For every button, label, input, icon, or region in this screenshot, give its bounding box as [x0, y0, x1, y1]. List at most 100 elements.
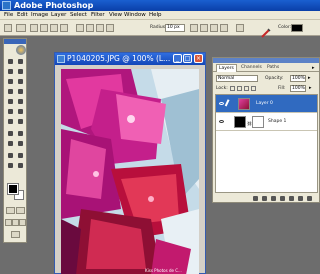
- menu-view[interactable]: View: [109, 12, 122, 19]
- brush-tool-icon[interactable]: [16, 87, 25, 96]
- shape-fill-thumbnail: [234, 116, 246, 128]
- menu-bar: File Edit Image Layer Select Filter View…: [0, 11, 320, 20]
- opacity-input[interactable]: 100%: [290, 75, 306, 82]
- history-brush-icon[interactable]: [16, 97, 25, 106]
- document-title-bar[interactable]: P1040205.JPG @ 100% (L... _ □ ×: [55, 53, 205, 65]
- palette-grip[interactable]: [213, 58, 319, 63]
- crop-tool-icon[interactable]: [6, 77, 15, 86]
- lock-transparency-icon[interactable]: [230, 86, 235, 91]
- tab-channels[interactable]: Channels: [239, 64, 264, 72]
- marquee-tool-icon[interactable]: [6, 57, 15, 66]
- slice-tool-icon[interactable]: [16, 77, 25, 86]
- screen-mode-2-button[interactable]: [12, 219, 19, 226]
- type-tool-icon[interactable]: [16, 129, 25, 138]
- lock-all-icon[interactable]: [251, 86, 256, 91]
- color-label: Color:: [278, 25, 292, 30]
- fill-arrow-icon[interactable]: ▸: [309, 85, 312, 91]
- trash-icon[interactable]: [307, 196, 312, 201]
- lock-image-icon[interactable]: [237, 86, 242, 91]
- feather-logo-icon[interactable]: [16, 45, 26, 55]
- menu-file[interactable]: File: [4, 12, 13, 19]
- document-icon: [57, 55, 65, 63]
- photo-watermark-caption: Kiss Photos de C...: [145, 268, 182, 273]
- shape-icon-4[interactable]: [106, 24, 114, 32]
- eyedropper-tool-icon[interactable]: [16, 151, 25, 160]
- shape-tool-icon[interactable]: [16, 139, 25, 148]
- link-layers-icon[interactable]: [253, 196, 258, 201]
- clone-stamp-icon[interactable]: [6, 97, 15, 106]
- new-layer-icon[interactable]: [298, 196, 303, 201]
- shape-icon[interactable]: [76, 24, 84, 32]
- screen-mode-1-button[interactable]: [5, 219, 12, 226]
- mode-icon[interactable]: [30, 24, 38, 32]
- move-tool-icon[interactable]: [16, 57, 25, 66]
- notes-tool-icon[interactable]: [6, 151, 15, 160]
- app-title-bar: Adobe Photoshop: [0, 0, 320, 11]
- mode-icon-3[interactable]: [50, 24, 58, 32]
- fill-input[interactable]: 100%: [290, 85, 306, 92]
- healing-brush-icon[interactable]: [6, 87, 15, 96]
- shape-icon-2[interactable]: [86, 24, 94, 32]
- minimize-button[interactable]: _: [173, 54, 182, 63]
- lock-position-icon[interactable]: [244, 86, 249, 91]
- gradient-tool-icon[interactable]: [16, 107, 25, 116]
- palette-menu-icon[interactable]: ▸: [312, 65, 315, 71]
- tab-paths[interactable]: Paths: [265, 64, 281, 72]
- pen-tool-icon[interactable]: [6, 139, 15, 148]
- menu-image[interactable]: Image: [31, 12, 48, 19]
- layer-row-layer-0[interactable]: Layer 0: [216, 95, 317, 113]
- menu-select[interactable]: Select: [70, 12, 87, 19]
- combine-icon-3[interactable]: [210, 24, 218, 32]
- blend-mode-select[interactable]: Normal: [216, 75, 258, 82]
- menu-help[interactable]: Help: [149, 12, 162, 19]
- quick-mask-button[interactable]: [16, 207, 25, 214]
- menu-filter[interactable]: Filter: [91, 12, 105, 19]
- new-group-icon[interactable]: [289, 196, 294, 201]
- menu-window[interactable]: Window: [124, 12, 146, 19]
- tab-layers[interactable]: Layers: [216, 64, 237, 72]
- magic-wand-tool-icon[interactable]: [16, 67, 25, 76]
- maximize-button[interactable]: □: [183, 54, 192, 63]
- layer-thumbnail: [238, 98, 250, 110]
- palette-bottom-bar: [213, 195, 319, 203]
- dodge-tool-icon[interactable]: [16, 117, 25, 126]
- combine-icon[interactable]: [190, 24, 198, 32]
- shape-icon-3[interactable]: [96, 24, 104, 32]
- tool-preset-icon[interactable]: [4, 24, 12, 32]
- close-button[interactable]: ×: [194, 54, 203, 63]
- layer-style-icon[interactable]: [262, 196, 267, 201]
- add-mask-icon[interactable]: [271, 196, 276, 201]
- layer-row-shape-1[interactable]: ⛓ Shape 1: [216, 113, 317, 131]
- foreground-color-swatch[interactable]: [7, 183, 19, 195]
- screen-mode-3-button[interactable]: [19, 219, 26, 226]
- opacity-arrow-icon[interactable]: ▸: [308, 75, 311, 81]
- hand-tool-icon[interactable]: [6, 161, 15, 170]
- brush-preset-icon[interactable]: [16, 24, 26, 32]
- mode-icon-4[interactable]: [60, 24, 68, 32]
- lasso-tool-icon[interactable]: [6, 67, 15, 76]
- paintbrush-icon: [224, 99, 233, 108]
- combine-icon-4[interactable]: [220, 24, 228, 32]
- eraser-tool-icon[interactable]: [6, 107, 15, 116]
- path-selection-icon[interactable]: [6, 129, 15, 138]
- style-icon[interactable]: [236, 24, 244, 32]
- toolbox-grip[interactable]: [4, 39, 26, 44]
- visibility-eye-icon[interactable]: [219, 120, 224, 123]
- canvas-photo[interactable]: Kiss Photos de C...: [61, 69, 199, 274]
- adjustment-layer-icon[interactable]: [280, 196, 285, 201]
- visibility-eye-icon[interactable]: [219, 102, 224, 105]
- standard-mode-button[interactable]: [6, 207, 15, 214]
- layer-name: Layer 0: [256, 101, 273, 106]
- jump-to-imageready-button[interactable]: [11, 231, 20, 238]
- menu-edit[interactable]: Edit: [17, 12, 28, 19]
- layer-name: Shape 1: [268, 119, 287, 124]
- combine-icon-2[interactable]: [200, 24, 208, 32]
- radius-input[interactable]: 10 px: [165, 24, 185, 32]
- mode-icon-2[interactable]: [40, 24, 48, 32]
- red-brush-icon[interactable]: [261, 23, 271, 38]
- zoom-tool-icon[interactable]: [16, 161, 25, 170]
- menu-layer[interactable]: Layer: [51, 12, 66, 19]
- vector-mask-thumbnail: [252, 116, 264, 128]
- blur-tool-icon[interactable]: [6, 117, 15, 126]
- color-swatch[interactable]: [291, 24, 303, 32]
